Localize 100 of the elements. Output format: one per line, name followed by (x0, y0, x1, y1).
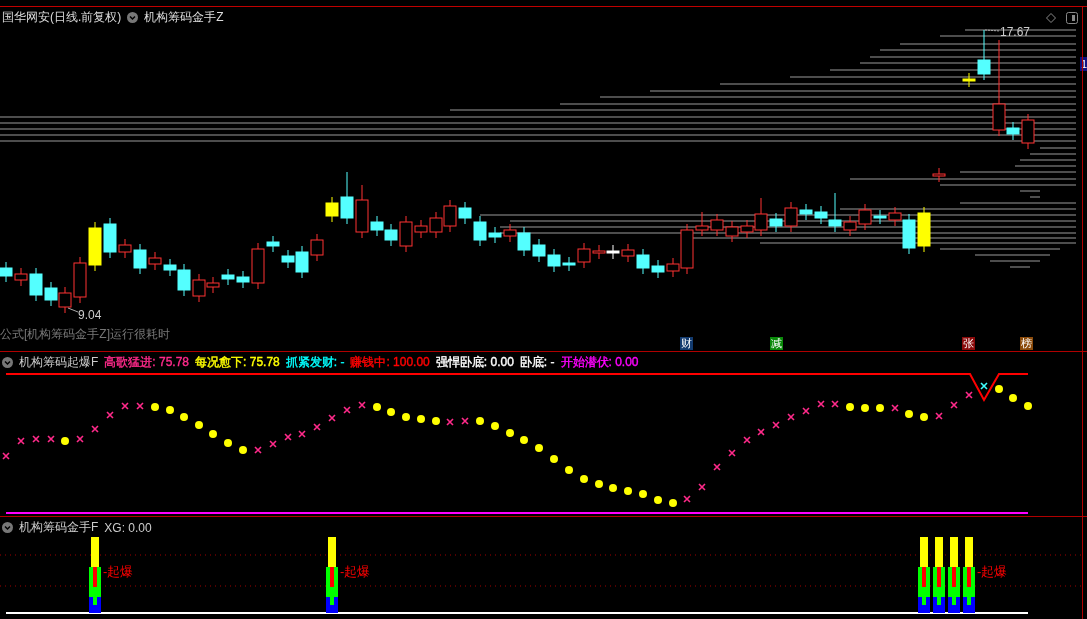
signal-dot (1024, 402, 1032, 410)
cross-marker (328, 414, 336, 422)
signal-dot (876, 404, 884, 412)
signal-dot (535, 444, 543, 452)
collapse-icon[interactable] (127, 12, 139, 23)
candlestick (0, 261, 13, 283)
cross-marker (269, 440, 277, 448)
signal-dot (402, 413, 410, 421)
indicator-name: 机构筹码起爆F (19, 354, 99, 371)
signal-dot (387, 408, 395, 416)
collapse-icon[interactable] (2, 522, 13, 533)
cross-marker (817, 400, 825, 408)
candlestick (44, 281, 58, 307)
indicator-value: 赚钱中: 100.00 (350, 354, 430, 371)
cross-marker (950, 401, 958, 409)
signal-dot (195, 421, 203, 429)
cross-marker (343, 406, 351, 414)
panel-toggle-icon[interactable] (1066, 12, 1078, 24)
indicator-value: 高歌猛进: 75.78 (104, 354, 190, 371)
cross-marker (47, 435, 55, 443)
signal-label: -起爆 (340, 563, 371, 581)
cross-marker (313, 423, 321, 431)
cross-marker (891, 404, 899, 412)
candlestick (88, 221, 102, 272)
event-badge[interactable]: 榜 (1020, 337, 1033, 350)
signal-dot (995, 385, 1003, 393)
signal-dot (595, 480, 603, 488)
status-text: 公式[机构筹码金手Z]运行很耗时 (0, 326, 170, 343)
cross-marker (698, 483, 706, 491)
cross-marker (32, 435, 40, 443)
indicator-value: 抓紧发财: - (285, 354, 345, 371)
cross-marker (17, 437, 25, 445)
signal-dot (432, 417, 440, 425)
cross-marker (965, 391, 973, 399)
cross-marker (358, 401, 366, 409)
signal-dot (151, 403, 159, 411)
indicator-value: 强悍卧底: 0.00 (435, 354, 514, 371)
signal-label: -起爆 (977, 563, 1008, 581)
leader-line (984, 29, 1001, 32)
signal-label: -起爆 (103, 563, 134, 581)
signal-dot (1009, 394, 1017, 402)
cross-marker (728, 449, 736, 457)
signal-dot (920, 413, 928, 421)
cross-marker (2, 452, 10, 460)
signal-dot (565, 466, 573, 474)
signal-dot (476, 417, 484, 425)
candlestick (621, 243, 635, 263)
signal-dot (239, 446, 247, 454)
price-label: 17.67 (1000, 25, 1031, 39)
cross-marker (121, 402, 129, 410)
signal-dot (639, 490, 647, 498)
cross-marker (284, 433, 292, 441)
cross-marker (713, 463, 721, 471)
cross-marker (757, 428, 765, 436)
cross-marker (831, 400, 839, 408)
cross-marker (254, 446, 262, 454)
cross-marker (136, 402, 144, 410)
candlestick (429, 211, 443, 239)
candlestick (917, 206, 931, 253)
signal-dot (417, 415, 425, 423)
signal-dot (224, 439, 232, 447)
candlestick (636, 248, 650, 275)
signal-dot (846, 403, 854, 411)
cross-marker (935, 412, 943, 420)
indicator-value: 卧底: - (519, 354, 555, 371)
candlestick (310, 233, 324, 262)
signal-dot (654, 496, 662, 504)
candlestick (221, 268, 235, 286)
signal-dot (580, 475, 588, 483)
candlestick (606, 244, 620, 260)
event-badge[interactable]: 财 (680, 337, 693, 350)
leader-line (67, 307, 79, 313)
indicator-name: 机构筹码金手Z (144, 9, 224, 26)
event-badge[interactable]: 减 (770, 337, 783, 350)
cross-marker (787, 413, 795, 421)
stock-title: 国华网安(日线.前复权) (2, 9, 122, 26)
signal-dot (520, 436, 528, 444)
candlestick (458, 201, 472, 225)
cross-marker (461, 417, 469, 425)
candlestick (725, 220, 739, 243)
collapse-icon[interactable] (2, 357, 13, 368)
indicator-value: 开始潜伏: 0.00 (560, 354, 639, 371)
candlestick (443, 199, 457, 233)
event-badge[interactable]: 张 (962, 337, 975, 350)
signal-dot (550, 455, 558, 463)
signal-dot (373, 403, 381, 411)
indicator-value: XG: 0.00 (104, 520, 152, 535)
cross-marker (298, 430, 306, 438)
indicator-name: 机构筹码金手F (19, 519, 99, 536)
signal-dot (180, 413, 188, 421)
cross-marker (106, 411, 114, 419)
signal-dot (609, 484, 617, 492)
indicator-value: 每况愈下: 75.78 (195, 354, 280, 371)
signal-dot (209, 430, 217, 438)
candlestick (710, 213, 724, 237)
cross-marker (91, 425, 99, 433)
cross-marker (772, 421, 780, 429)
signal-dot (506, 429, 514, 437)
cross-marker (446, 418, 454, 426)
signal-dot (669, 499, 677, 507)
